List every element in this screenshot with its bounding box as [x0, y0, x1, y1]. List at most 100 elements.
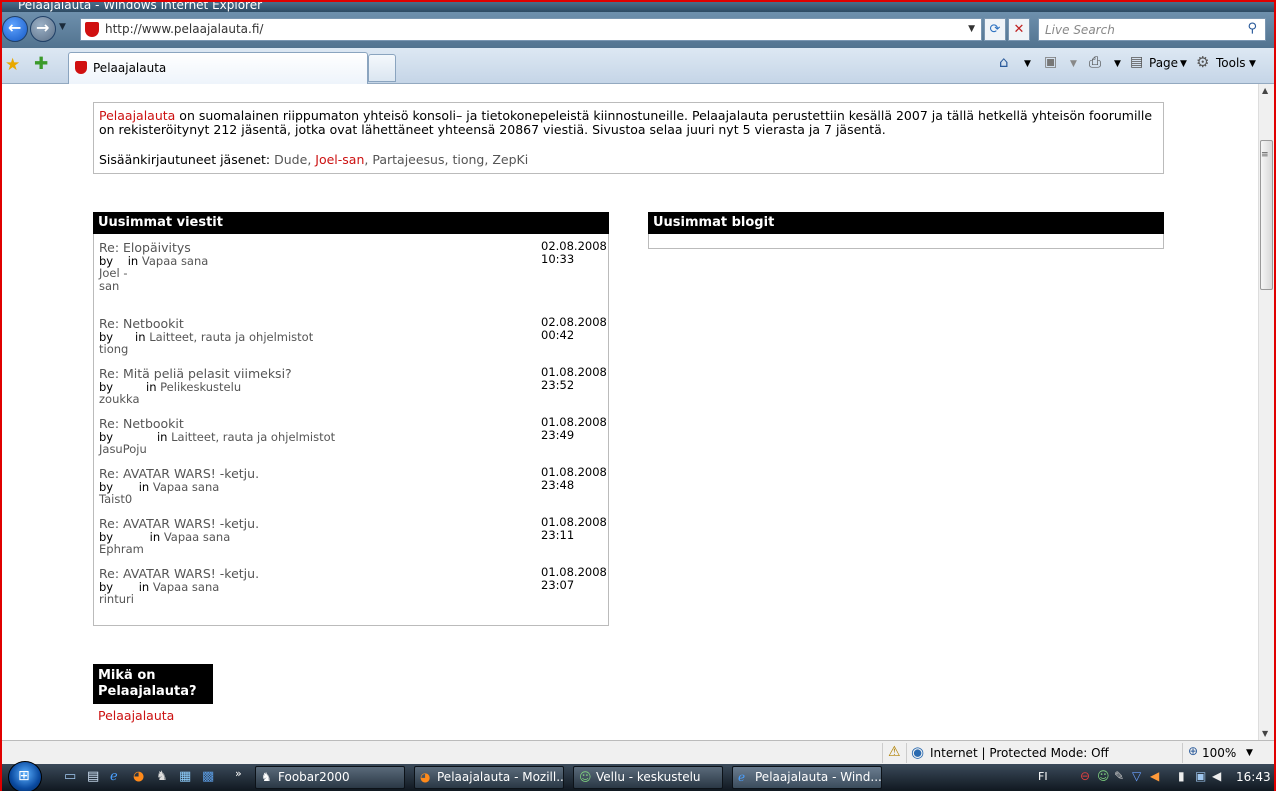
- scroll-down-icon[interactable]: ▼: [1262, 729, 1268, 738]
- post-author-link[interactable]: JasuPoju: [99, 443, 147, 456]
- tray-tool-icon[interactable]: ✎: [1114, 769, 1124, 783]
- post-datetime: 01.08.2008 23:11: [541, 515, 607, 542]
- post-forum-link[interactable]: Laitteet, rauta ja ohjelmistot: [171, 430, 335, 444]
- zoom-level[interactable]: 100%: [1202, 746, 1236, 760]
- member-link-partajeesus[interactable]: Partajeesus: [372, 152, 444, 167]
- language-indicator[interactable]: FI: [1038, 770, 1048, 783]
- post-forum-link[interactable]: Vapaa sana: [142, 254, 208, 268]
- tray-device-icon[interactable]: ▮: [1178, 769, 1185, 783]
- favorites-star-icon[interactable]: ★: [5, 55, 20, 75]
- post-author-link[interactable]: Taist0: [99, 493, 132, 506]
- back-button[interactable]: ←: [2, 16, 28, 42]
- taskbar-item-chat[interactable]: ☺ Vellu - keskustelu: [573, 766, 723, 789]
- security-warning-icon[interactable]: ⚠: [888, 744, 901, 760]
- tray-speaker-alert-icon[interactable]: ◀: [1150, 769, 1159, 783]
- tools-menu[interactable]: Tools: [1216, 56, 1246, 70]
- intro-site-link[interactable]: Pelaajalauta: [99, 108, 175, 123]
- post-forum-link[interactable]: Vapaa sana: [164, 530, 230, 544]
- feeds-dropdown-icon[interactable]: ▼: [1070, 59, 1077, 69]
- tray-app-icon[interactable]: ⊖: [1080, 769, 1090, 783]
- system-clock[interactable]: 16:43: [1236, 770, 1271, 784]
- stop-button[interactable]: ✕: [1008, 18, 1030, 41]
- member-link-zepki[interactable]: ZepKi: [492, 152, 528, 167]
- zoom-dropdown-icon[interactable]: ▼: [1246, 748, 1253, 758]
- quicklaunch-more-icon[interactable]: »: [235, 767, 242, 780]
- taskbar-item-ie[interactable]: ℯ Pelaajalauta - Wind...: [732, 766, 882, 789]
- scroll-up-icon[interactable]: ▲: [1262, 86, 1268, 95]
- post-forum-link[interactable]: Vapaa sana: [153, 580, 219, 594]
- foobar-quicklaunch-icon[interactable]: ♞: [156, 769, 168, 784]
- tray-network-icon[interactable]: ▣: [1195, 769, 1206, 783]
- window-title-bar: Pelaajalauta - Windows Internet Explorer: [2, 2, 1274, 12]
- tools-gear-icon[interactable]: ⚙: [1196, 53, 1209, 71]
- tools-dropdown-icon[interactable]: ▼: [1249, 59, 1256, 69]
- status-bar: ⚠ ◉ Internet | Protected Mode: Off ⊕ 100…: [2, 740, 1274, 764]
- windows-logo-icon: ⊞: [18, 768, 30, 784]
- about-panel: Mikä on Pelaajalauta? Pelaajalauta: [93, 664, 213, 740]
- address-url[interactable]: http://www.pelaajalauta.fi/: [105, 22, 263, 36]
- recent-pages-dropdown-icon[interactable]: ▼: [59, 22, 66, 32]
- member-link-tiong[interactable]: tiong: [452, 152, 484, 167]
- page-dropdown-icon[interactable]: ▼: [1180, 59, 1187, 69]
- firefox-quicklaunch-icon[interactable]: ◕: [133, 769, 144, 784]
- add-favorite-icon[interactable]: ✚: [34, 54, 48, 74]
- address-bar[interactable]: http://www.pelaajalauta.fi/ ▼: [80, 18, 982, 41]
- member-link-joel-san[interactable]: Joel-san: [315, 152, 364, 167]
- about-site-link[interactable]: Pelaajalauta: [93, 704, 213, 727]
- page-viewport: Pelaajalauta on suomalainen riippumaton …: [2, 84, 1258, 740]
- vertical-scrollbar[interactable]: ▲ ≡ ▼: [1258, 84, 1274, 740]
- address-dropdown-icon[interactable]: ▼: [968, 24, 975, 34]
- post-meta: by in Laitteet, rauta ja ohjelmistot: [99, 330, 314, 344]
- feeds-icon[interactable]: ▣: [1044, 54, 1057, 70]
- post-title-link[interactable]: Re: Netbookit: [99, 416, 184, 431]
- zoom-icon[interactable]: ⊕: [1188, 744, 1198, 758]
- intro-paragraph: Pelaajalauta on suomalainen riippumaton …: [99, 109, 1158, 137]
- tray-messenger-icon[interactable]: ☺: [1097, 769, 1110, 783]
- post-author-link[interactable]: zoukka: [99, 393, 140, 406]
- post-forum-link[interactable]: Vapaa sana: [153, 480, 219, 494]
- latest-blogs-panel: Uusimmat blogit: [648, 212, 1164, 249]
- about-heading: Mikä on Pelaajalauta?: [93, 664, 213, 704]
- app-quicklaunch-icon[interactable]: ▦: [179, 769, 191, 784]
- page-menu[interactable]: Page: [1149, 56, 1178, 70]
- forward-button[interactable]: →: [30, 16, 56, 42]
- post-forum-link[interactable]: Laitteet, rauta ja ohjelmistot: [149, 330, 313, 344]
- post-author-link[interactable]: rinturi: [99, 593, 134, 606]
- post-title-link[interactable]: Re: AVATAR WARS! -ketju.: [99, 566, 259, 581]
- taskbar-item-foobar[interactable]: ♞ Foobar2000: [255, 766, 405, 789]
- tab-favicon-icon: [75, 61, 87, 74]
- home-dropdown-icon[interactable]: ▼: [1024, 59, 1031, 69]
- new-tab-button[interactable]: [368, 54, 396, 82]
- taskbar-item-firefox[interactable]: ◕ Pelaajalauta - Mozill...: [414, 766, 564, 789]
- post-author-link[interactable]: Joel - san: [99, 267, 129, 293]
- post-title-link[interactable]: Re: Netbookit: [99, 316, 184, 331]
- show-desktop-icon[interactable]: ▭: [64, 769, 76, 784]
- page-menu-icon[interactable]: ▤: [1130, 54, 1143, 70]
- scrollbar-thumb[interactable]: [1260, 140, 1273, 290]
- post-title-link[interactable]: Re: Mitä peliä pelasit viimeksi?: [99, 366, 292, 381]
- post-author-link[interactable]: Ephram: [99, 543, 144, 556]
- print-dropdown-icon[interactable]: ▼: [1114, 59, 1121, 69]
- back-arrow-icon: ←: [8, 18, 22, 37]
- security-zone[interactable]: Internet | Protected Mode: Off: [930, 746, 1109, 760]
- post-author-link[interactable]: tiong: [99, 343, 128, 356]
- tray-network-filter-icon[interactable]: ▽: [1132, 769, 1141, 783]
- switch-windows-icon[interactable]: ▤: [87, 769, 99, 784]
- tray-volume-icon[interactable]: ◀: [1212, 769, 1221, 783]
- member-link-dude[interactable]: Dude: [274, 152, 307, 167]
- start-button[interactable]: ⊞: [8, 761, 42, 791]
- print-icon[interactable]: ⎙: [1089, 53, 1101, 71]
- calendar-quicklaunch-icon[interactable]: ▩: [202, 769, 214, 784]
- post-title-link[interactable]: Re: AVATAR WARS! -ketju.: [99, 516, 259, 531]
- refresh-button[interactable]: ⟳: [984, 18, 1006, 41]
- search-icon[interactable]: ⚲: [1247, 21, 1257, 36]
- tab-pelaajalauta[interactable]: Pelaajalauta: [68, 52, 368, 84]
- post-forum-link[interactable]: Pelikeskustelu: [160, 380, 241, 394]
- ie-quicklaunch-icon[interactable]: ℯ: [110, 769, 118, 784]
- search-box[interactable]: Live Search ⚲: [1038, 18, 1266, 41]
- home-icon[interactable]: ⌂: [999, 53, 1009, 71]
- post-title-link[interactable]: Re: AVATAR WARS! -ketju.: [99, 466, 259, 481]
- post-title-link[interactable]: Re: Elopäivitys: [99, 240, 191, 255]
- internet-globe-icon: ◉: [911, 743, 925, 761]
- site-favicon-icon: [85, 22, 99, 37]
